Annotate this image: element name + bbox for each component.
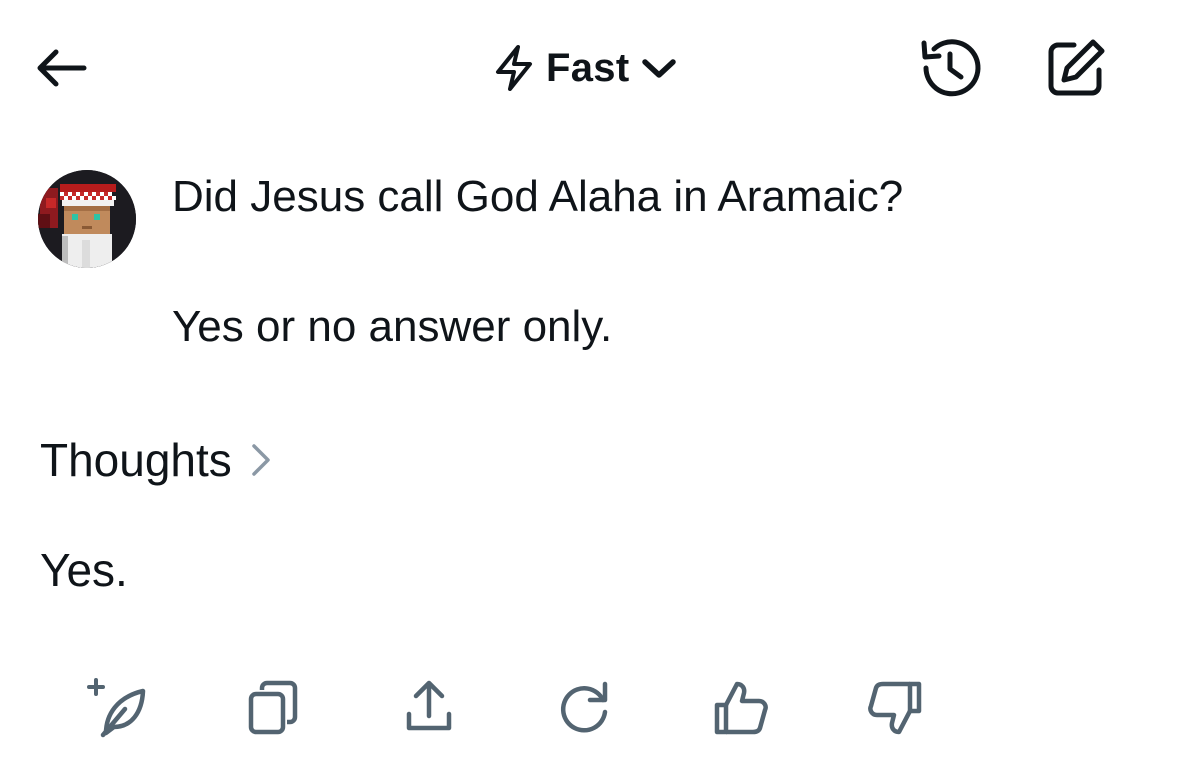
pixel-art-avatar	[38, 170, 136, 268]
retry-button[interactable]	[552, 676, 616, 740]
chevron-down-icon	[642, 59, 677, 78]
copy-button[interactable]	[242, 676, 306, 740]
feather-plus-button[interactable]	[86, 676, 150, 740]
assistant-answer: Yes.	[40, 544, 128, 596]
feather-plus-icon	[87, 678, 146, 738]
copy-icon	[248, 680, 298, 735]
history-icon	[921, 39, 981, 97]
history-button[interactable]	[914, 34, 986, 102]
new-chat-button[interactable]	[1040, 34, 1112, 102]
avatar	[38, 170, 136, 268]
dislike-button[interactable]	[864, 676, 928, 740]
user-message-line: Yes or no answer only.	[172, 302, 613, 351]
arrow-left-icon	[37, 49, 87, 87]
like-button[interactable]	[708, 676, 772, 740]
share-button[interactable]	[397, 676, 461, 740]
thumbs-down-icon	[868, 681, 922, 735]
model-mode-selector[interactable]: Fast	[492, 38, 677, 98]
top-bar: Fast	[0, 0, 1179, 130]
thoughts-toggle[interactable]: Thoughts	[40, 428, 274, 492]
thoughts-label: Thoughts	[40, 434, 232, 486]
back-button[interactable]	[28, 38, 92, 98]
user-message-line: Did Jesus call God Alaha in Aramaic?	[172, 172, 904, 221]
user-message: Did Jesus call God Alaha in Aramaic? Yes…	[172, 168, 1132, 356]
refresh-icon	[560, 681, 608, 733]
lightning-bolt-icon	[496, 45, 532, 91]
share-icon	[406, 680, 452, 731]
thumbs-up-icon	[714, 681, 768, 735]
compose-icon	[1048, 39, 1105, 96]
chevron-right-icon	[248, 440, 274, 480]
mode-label: Fast	[546, 45, 630, 90]
